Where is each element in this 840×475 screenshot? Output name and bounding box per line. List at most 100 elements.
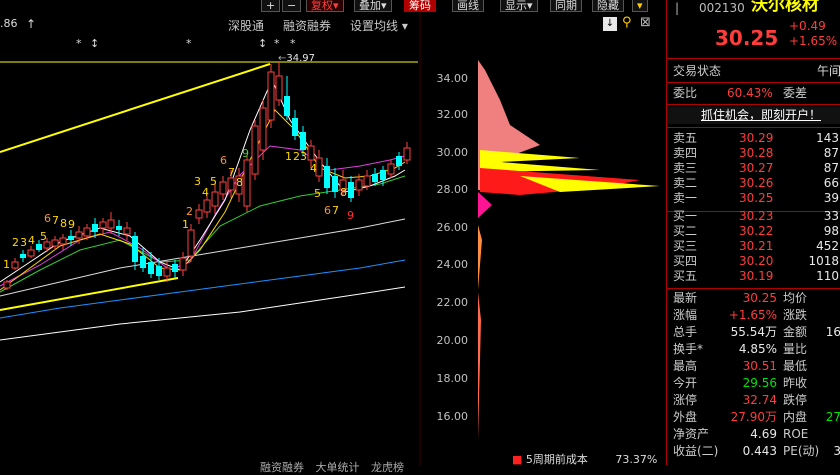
price-tick-label: 30.00: [436, 146, 469, 159]
tongqi-button[interactable]: 同期: [550, 0, 582, 12]
stat-label-2: 内盘: [783, 410, 808, 424]
ask-row[interactable]: 卖三 30.27 87: [667, 161, 840, 176]
candle-body: [27, 249, 35, 257]
tab-lhb[interactable]: 龙虎榜: [371, 461, 404, 474]
stat-label: 最新: [673, 291, 698, 305]
candle-body: [348, 182, 354, 198]
refresh-icon[interactable]: ⊠: [640, 16, 654, 30]
candle-body: [187, 229, 195, 257]
price-tick-label: 24.00: [436, 258, 469, 271]
stat-label: 换手*: [673, 342, 704, 356]
shenguktong-link[interactable]: 深股通: [228, 17, 264, 34]
price-tick-label: 26.00: [436, 221, 469, 234]
close-icon[interactable]: ⚲: [622, 16, 636, 30]
book-volume: 1018: [808, 254, 839, 268]
candle-body: [11, 261, 19, 269]
yincang-button[interactable]: 隐藏: [592, 0, 624, 12]
bid-row[interactable]: 买三 30.21 452: [667, 239, 840, 254]
stat-label: 净资产: [673, 427, 710, 441]
zoom-in-button[interactable]: +: [261, 0, 281, 12]
bid-row[interactable]: 买四 30.20 1018: [667, 254, 840, 269]
ma-white-mid: [0, 218, 406, 297]
diejia-button[interactable]: 叠加▾: [354, 0, 392, 12]
tab-ddtj[interactable]: 大单统计: [316, 461, 360, 474]
zoom-out-button[interactable]: −: [282, 0, 302, 12]
status-value: 午间: [817, 64, 840, 78]
star-mark: ↕: [258, 37, 268, 50]
bid-row[interactable]: 买二 30.22 98: [667, 224, 840, 239]
candle-body: [148, 262, 154, 274]
left-value: .86: [0, 17, 18, 30]
candle-body: [51, 239, 59, 247]
ask-row[interactable]: 卖五 30.29 143: [667, 131, 840, 146]
stat-value: 30.25: [742, 291, 777, 305]
stat-label: 今开: [673, 376, 698, 390]
stat-value-2: 16: [825, 325, 840, 339]
stat-label: 涨幅: [673, 308, 698, 322]
candle-body: [259, 107, 267, 151]
stat-value: 32.74: [742, 393, 777, 407]
candle-body: [99, 221, 107, 229]
candle-body: [219, 181, 227, 195]
ask-row[interactable]: 卖二 30.26 66: [667, 176, 840, 191]
ask-row[interactable]: 卖四 30.28 87: [667, 146, 840, 161]
price-tick-label: 20.00: [436, 334, 469, 347]
star-mark: *: [274, 37, 280, 50]
book-price: 30.22: [739, 224, 774, 238]
peak-label: ←34.97: [278, 53, 316, 64]
bid-row[interactable]: 买五 30.19 110: [667, 269, 840, 284]
kline-chart[interactable]: 34.00 32.00 30.00 28.00 26.00 24.00 22.00 20.00…: [0, 0, 665, 474]
book-price: 30.23: [739, 209, 774, 223]
book-label: 买二: [673, 224, 698, 238]
shezhi-link[interactable]: 设置均线 ▾: [350, 17, 408, 34]
stat-label-2: 跌停: [783, 393, 808, 407]
stock-change-pct: +1.65%: [789, 34, 838, 48]
bid-row[interactable]: 买一 30.23 33: [667, 209, 840, 224]
rzrq-link[interactable]: 融资融券: [283, 17, 331, 34]
candle-body: [179, 257, 187, 271]
book-price: 30.25: [739, 191, 774, 205]
candle-body: [75, 231, 83, 239]
stat-label-2: 金额: [783, 325, 808, 339]
book-label: 卖四: [673, 146, 698, 160]
stat-value: 30.51: [742, 359, 777, 373]
candle-body: [380, 170, 386, 180]
huaxian-button[interactable]: 画线: [452, 0, 484, 12]
tab-rzrq[interactable]: 融资融券: [260, 461, 304, 474]
stats-row: 外盘 27.90万 内盘 27: [667, 409, 840, 426]
ask-row[interactable]: 卖一 30.25 39: [667, 191, 840, 206]
stats-row: 涨停 32.74 跌停: [667, 392, 840, 409]
book-volume: 39: [823, 191, 839, 205]
scroll-arrow-icon[interactable]: ↓: [603, 17, 617, 31]
candle-body: [396, 156, 402, 166]
legend-text: 5周期前成本: [525, 453, 588, 466]
book-price: 30.21: [739, 239, 774, 253]
xianshi-button[interactable]: 显示▾: [500, 0, 538, 12]
weicha-label: 委差: [783, 86, 808, 100]
book-volume: 452: [816, 239, 839, 253]
stats-row: 今开 29.56 昨收: [667, 375, 840, 392]
book-label: 卖一: [673, 191, 698, 205]
fuquan-button[interactable]: 复权▾: [306, 0, 344, 12]
stat-value: 4.85%: [738, 342, 777, 356]
kline-svg[interactable]: [0, 0, 665, 465]
book-volume: 66: [823, 176, 839, 190]
book-label: 买三: [673, 239, 698, 253]
promo-banner[interactable]: 抓住机会，即刻开户！: [667, 107, 840, 124]
chouma-button[interactable]: 筹码: [404, 0, 436, 12]
book-volume: 98: [823, 224, 839, 238]
candle-body: [355, 179, 363, 191]
ma-blue: [0, 259, 406, 319]
prev-stock-icon[interactable]: |: [675, 0, 679, 17]
toolbar: + − 复权▾ 叠加▾ 筹码 画线 显示▾ 同期 隐藏 ▾: [0, 0, 665, 12]
candle-body: [107, 219, 115, 229]
candle-body: [140, 256, 146, 268]
candle-body: [123, 227, 131, 235]
settings-button[interactable]: ▾: [632, 0, 648, 12]
candle-body: [403, 147, 411, 161]
trend-line-lower: [0, 277, 179, 311]
ma-yellow: [0, 109, 406, 291]
candle-body: [68, 236, 74, 240]
candle-body: [251, 125, 259, 175]
stats-row: 收益(二) 0.443 PE(动) 3: [667, 443, 840, 460]
